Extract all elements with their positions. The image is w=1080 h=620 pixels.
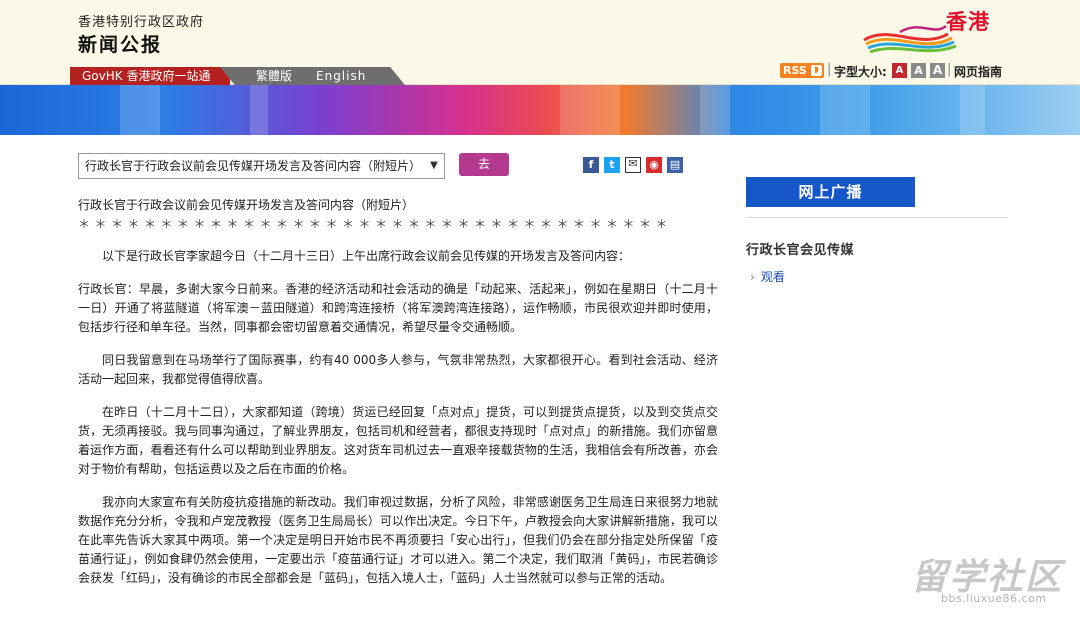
- site-title[interactable]: 新闻公报: [78, 30, 162, 57]
- sidebar-divider: [746, 217, 1008, 218]
- watch-link-label: 观看: [760, 270, 785, 284]
- font-size-label: 字型大小:: [834, 65, 887, 79]
- top-nav: GovHK 香港政府一站通 繁體版 English: [70, 67, 405, 85]
- language-bar-bg: [220, 67, 405, 85]
- chevron-down-icon: ▼: [427, 154, 441, 178]
- banner-stripe: [250, 85, 268, 135]
- article-paragraph: 行政长官：早晨，多谢大家今日前来。香港的经济活动和社会活动的确是「动起来、活起来…: [78, 282, 718, 334]
- font-size-small-button[interactable]: A: [892, 63, 907, 78]
- traditional-chinese-link[interactable]: 繁體版: [256, 67, 292, 85]
- divider: |: [827, 62, 832, 77]
- rss-feed-icon: ◗: [811, 65, 822, 76]
- banner-stripe: [960, 85, 985, 135]
- english-link[interactable]: English: [316, 67, 366, 85]
- divider: |: [947, 62, 952, 77]
- banner-stripe: [560, 85, 620, 135]
- article-select-dropdown[interactable]: 行政长官于行政会议前会见传媒开场发言及答问内容（附短片） ▼: [78, 153, 445, 179]
- webcast-button[interactable]: 网上广播: [746, 177, 915, 207]
- article-paragraph: 以下是行政长官李家超今日（十二月十三日）上午出席行政会议前会见传媒的开场发言及答…: [102, 249, 631, 263]
- article-paragraph: 同日我留意到在马场举行了国际赛事，约有40 000多人参与，气氛非常热烈，大家都…: [78, 353, 718, 386]
- banner-stripe: [820, 85, 870, 135]
- mail-icon[interactable]: ✉: [625, 157, 641, 173]
- selected-article: 行政长官于行政会议前会见传媒开场发言及答问内容（附短片）: [85, 159, 422, 173]
- logo-text: 香港: [946, 10, 990, 34]
- article-paragraph: 在昨日（十二月十二日），大家都知道（跨境）货运已经回复「点对点」提货，可以到提货…: [78, 405, 718, 476]
- font-size-medium-button[interactable]: A: [911, 63, 926, 78]
- article-body: 行政长官于行政会议前会见传媒开场发言及答问内容（附短片） ＊＊＊＊＊＊＊＊＊＊＊…: [78, 196, 718, 588]
- banner-stripe: [120, 85, 160, 135]
- print-icon[interactable]: ▤: [667, 157, 683, 173]
- watch-link[interactable]: › 观看: [750, 268, 785, 285]
- page-guide-link[interactable]: 网页指南: [954, 63, 1002, 80]
- decorative-banner: [0, 85, 1080, 135]
- rss-label: RSS: [783, 64, 807, 77]
- watermark: 留学社区 bbs.liuxue86.com: [905, 548, 1075, 608]
- facebook-icon[interactable]: f: [583, 157, 599, 173]
- article-title: 行政长官于行政会议前会见传媒开场发言及答问内容（附短片）: [78, 198, 415, 212]
- page-header: 香港特别行政区政府 新闻公报 香港 GovHK 香港政府一站通 繁體版 Engl…: [0, 0, 1080, 85]
- gov-name: 香港特别行政区政府: [78, 15, 205, 30]
- article-separator: ＊＊＊＊＊＊＊＊＊＊＊＊＊＊＊＊＊＊＊＊＊＊＊＊＊＊＊＊＊＊＊＊＊＊＊＊: [78, 217, 673, 231]
- banner-stripe: [700, 85, 730, 135]
- sidebar-section-title: 行政长官会见传媒: [746, 243, 855, 258]
- chevron-right-icon: ›: [750, 270, 755, 284]
- twitter-icon[interactable]: t: [604, 157, 620, 173]
- watermark-url: bbs.liuxue86.com: [941, 592, 1047, 605]
- article-paragraph: 我亦向大家宣布有关防疫抗疫措施的新改动。我们审视过数据，分析了风险，非常感谢医务…: [78, 495, 718, 585]
- font-size-large-button[interactable]: A: [930, 63, 945, 78]
- govhk-link[interactable]: GovHK 香港政府一站通: [70, 67, 230, 85]
- weibo-icon[interactable]: ◉: [646, 157, 662, 173]
- go-button[interactable]: 去: [459, 153, 509, 176]
- rss-button[interactable]: RSS ◗: [780, 63, 824, 78]
